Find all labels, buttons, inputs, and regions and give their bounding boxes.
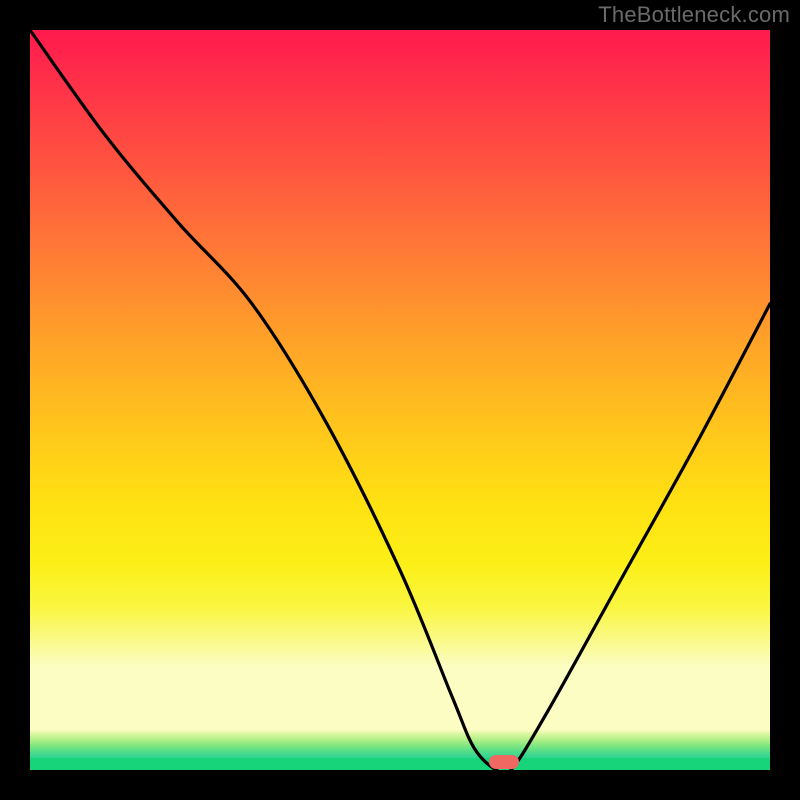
optimal-point-marker bbox=[489, 755, 519, 769]
attribution-label: TheBottleneck.com bbox=[598, 2, 790, 28]
chart-frame: TheBottleneck.com bbox=[0, 0, 800, 800]
bottleneck-curve bbox=[30, 30, 770, 770]
